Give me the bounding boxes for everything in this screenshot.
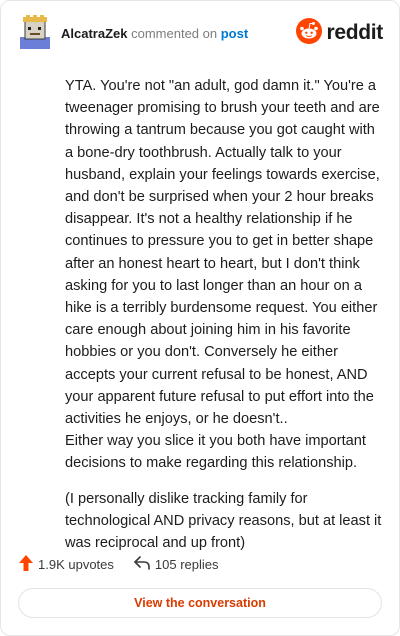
comment-paragraph: Either way you slice it you both have im… [65,433,366,472]
comment-byline: AlcatraZek commented on post [61,26,248,42]
upvote-arrow-icon [19,554,33,574]
user-avatar-icon[interactable] [17,15,53,51]
username[interactable]: AlcatraZek [61,26,127,41]
reply-count: 105 replies [154,556,219,572]
byline-verb: commented on [131,26,218,41]
view-conversation-button[interactable]: View the conversation [18,588,382,618]
comment-actions: 1.9K upvotes 105 replies [19,553,219,575]
reply-arrow-icon [134,555,150,573]
comment-paragraph: YTA. You're not "an adult, god damn it."… [65,78,380,428]
post-link[interactable]: post [221,26,248,41]
comment-paragraph: (I personally dislike tracking family fo… [65,490,382,552]
reddit-snoo-icon [296,17,323,49]
comment-card: AlcatraZek commented on post reddit YTA.… [0,0,400,636]
upvote-count: 1.9K upvotes [38,556,114,572]
comment-body: YTA. You're not "an adult, god damn it."… [65,75,383,567]
replies-button[interactable]: 105 replies [134,555,219,573]
comment-header: AlcatraZek commented on post reddit [17,15,385,53]
reddit-logo[interactable]: reddit [296,17,383,49]
upvote-button[interactable]: 1.9K upvotes [19,554,114,574]
reddit-wordmark: reddit [326,21,383,44]
